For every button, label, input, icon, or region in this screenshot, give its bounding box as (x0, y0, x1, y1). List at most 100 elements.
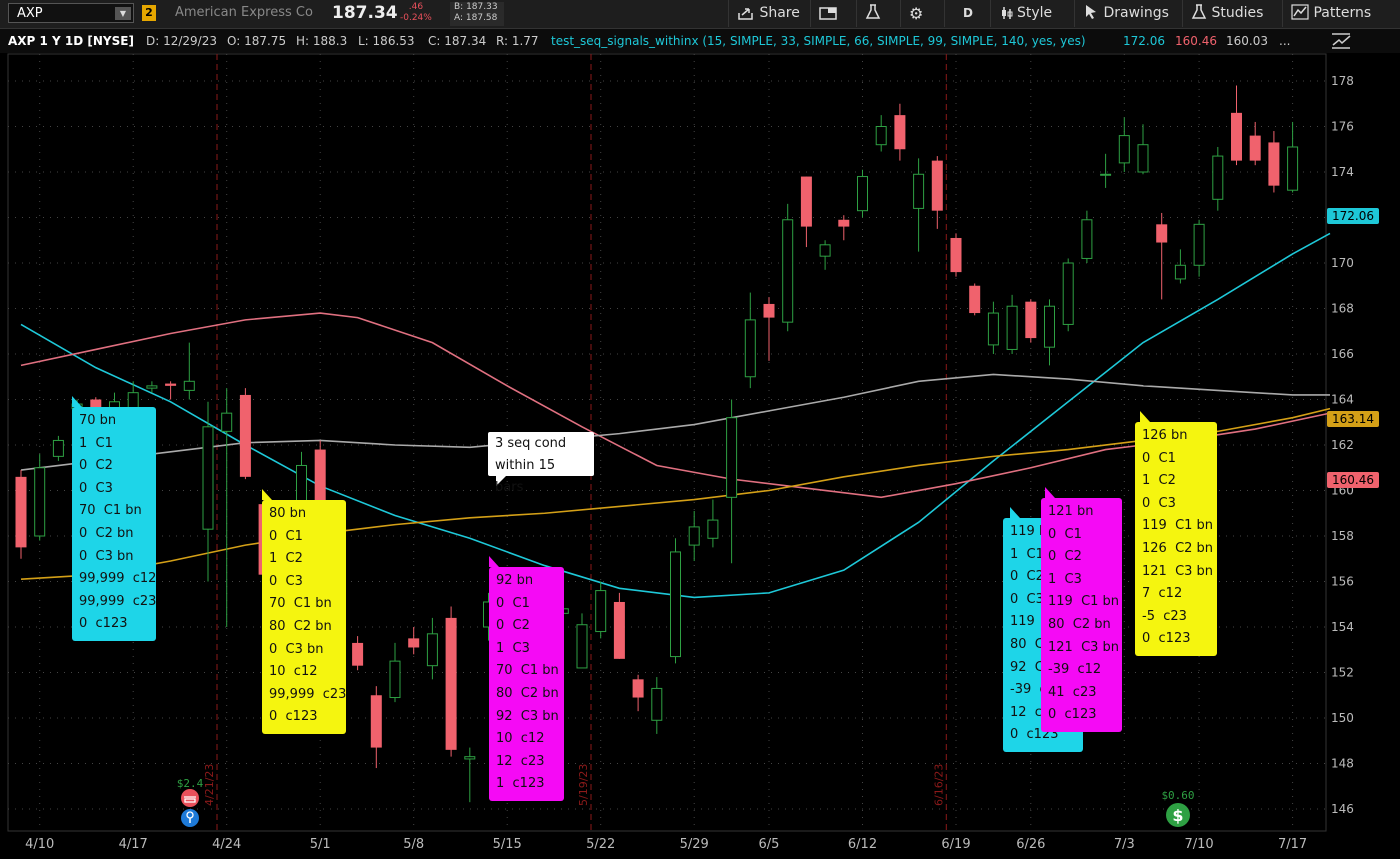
callout-line: 80 C2 bn (496, 685, 559, 701)
candle-body (52, 439, 64, 457)
callout-line: 92 C3 bn (496, 708, 559, 724)
callout-line: 70 bn (79, 413, 117, 428)
callout-line: 0 C3 bn (269, 641, 324, 657)
y-tick-label: 150 (1331, 711, 1354, 725)
candle-body (1137, 144, 1149, 173)
callout-line: 99,999 c12 (79, 571, 157, 587)
y-tick-label: 174 (1331, 165, 1354, 179)
candle-body (1156, 224, 1168, 243)
svg-text:$: $ (1172, 806, 1183, 825)
y-tick-label: 170 (1331, 256, 1354, 270)
callout-line: 0 c123 (1142, 631, 1191, 647)
candle-body (875, 126, 887, 146)
callout-line: 99,999 c23 (79, 593, 157, 609)
candle-body (931, 160, 943, 211)
signal-callout[interactable]: 126 bn 0 C1 1 C2 0 C3 119 C1 bn 126 C2 bn 121 … (1135, 422, 1217, 656)
callout-line: 0 c123 (1048, 707, 1097, 723)
callout-line: 0 C2 (79, 458, 113, 474)
candle-body (987, 312, 999, 346)
candle-body (1100, 173, 1112, 176)
callout-line: 0 C2 (496, 618, 530, 634)
callout-line: 7 c12 (1142, 586, 1183, 602)
y-tick-label: 148 (1331, 757, 1354, 771)
y-tick-label: 158 (1331, 529, 1354, 543)
callout-line: 121 C3 bn (1142, 563, 1214, 579)
callout-line: 126 C2 bn (1142, 540, 1214, 556)
callout-line: 0 c123 (79, 616, 128, 632)
candle-body (1268, 142, 1280, 186)
event-date-label: 6/16/23 (932, 764, 945, 806)
price-tag: 163.14 (1327, 411, 1379, 428)
y-tick-label: 162 (1331, 438, 1354, 452)
y-tick-label: 154 (1331, 620, 1354, 634)
candle-body (819, 244, 831, 257)
callout-line: 0 C1 (496, 595, 530, 611)
note-line-2: within 15 bars (495, 458, 556, 495)
candle-body (1062, 262, 1074, 325)
callout-line: 0 C2 (1048, 549, 1082, 565)
x-tick-label: 4/24 (212, 837, 241, 852)
callout-line: 1 C1 (79, 435, 113, 451)
y-tick-label: 176 (1331, 120, 1354, 134)
callout-line: 0 C2 bn (79, 525, 134, 541)
candle-body (426, 633, 438, 667)
x-tick-label: 5/8 (403, 837, 424, 852)
candle-body (632, 679, 644, 698)
candle-body (857, 176, 868, 212)
candle-body (1174, 264, 1186, 280)
callout-line: 80 C2 bn (1048, 616, 1111, 632)
candle-body (165, 383, 177, 386)
callout-line: -39 c12 (1048, 662, 1102, 678)
signal-callout[interactable]: 70 bn 1 C1 0 C2 0 C3 70 C1 bn 0 C2 bn 0 C3 bn 9… (72, 407, 156, 641)
candle-body (1044, 305, 1055, 348)
candle-body (1287, 146, 1299, 191)
callout-line: 0 C3 bn (79, 548, 134, 564)
callout-line: 12 c23 (496, 753, 545, 769)
candle-body (464, 756, 476, 760)
candle-body (408, 638, 420, 648)
callout-line: 1 c123 (496, 776, 545, 792)
candle-body (613, 601, 625, 659)
info-icon[interactable] (181, 809, 199, 827)
signal-callout[interactable]: 92 bn 0 C1 0 C2 1 C3 70 C1 bn 80 C2 bn 92 C3 b… (489, 567, 564, 801)
annotation-note[interactable]: 3 seq cond within 15 bars (488, 432, 594, 495)
callout-line: 121 bn (1048, 504, 1094, 519)
callout-line: 0 C1 (269, 528, 303, 544)
callout-line: 0 C3 (269, 573, 303, 589)
callout-line: 10 c12 (269, 664, 318, 680)
callout-line: 70 C1 bn (269, 596, 332, 612)
event-date-label: 5/19/23 (577, 764, 590, 806)
candle-body (782, 219, 794, 323)
candle-body (913, 173, 925, 209)
dividend-label: $0.60 (1161, 789, 1194, 802)
x-tick-label: 7/10 (1184, 837, 1213, 852)
x-tick-label: 6/19 (941, 837, 970, 852)
x-tick-label: 6/12 (848, 837, 877, 852)
candle-body (726, 417, 738, 498)
signal-callout[interactable]: 121 bn 0 C1 0 C2 1 C3 119 C1 bn 80 C2 bn 121 C… (1041, 498, 1122, 732)
x-tick-label: 6/26 (1016, 837, 1045, 852)
candle-body (370, 695, 382, 748)
candle-body (950, 237, 962, 273)
x-tick-label: 4/10 (25, 837, 54, 852)
callout-pointers (72, 396, 1150, 567)
callout-line: 0 C3 (79, 480, 113, 496)
candle-body (763, 303, 775, 318)
y-tick-label: 168 (1331, 302, 1354, 316)
callout-line: 1 C3 (1048, 571, 1082, 587)
candle-body (1249, 135, 1261, 161)
y-tick-label: 146 (1331, 802, 1354, 816)
callout-line: 119 C1 bn (1142, 518, 1214, 534)
dividend-icon[interactable]: $ (1166, 803, 1190, 827)
callout-line: -5 c23 (1142, 608, 1187, 624)
earnings-icon[interactable] (181, 789, 199, 807)
candle-body (239, 394, 251, 477)
x-tick-label: 5/22 (586, 837, 615, 852)
candle-body (800, 176, 812, 227)
candle-body (688, 526, 700, 546)
callout-line: 0 c123 (269, 709, 318, 725)
candle-body (744, 319, 756, 378)
callout-line: 121 C3 bn (1048, 639, 1120, 655)
signal-callout[interactable]: 80 bn 0 C1 1 C2 0 C3 70 C1 bn 80 C2 bn 0 C3 bn… (262, 500, 346, 734)
callout-line: 119 C1 bn (1048, 594, 1120, 610)
